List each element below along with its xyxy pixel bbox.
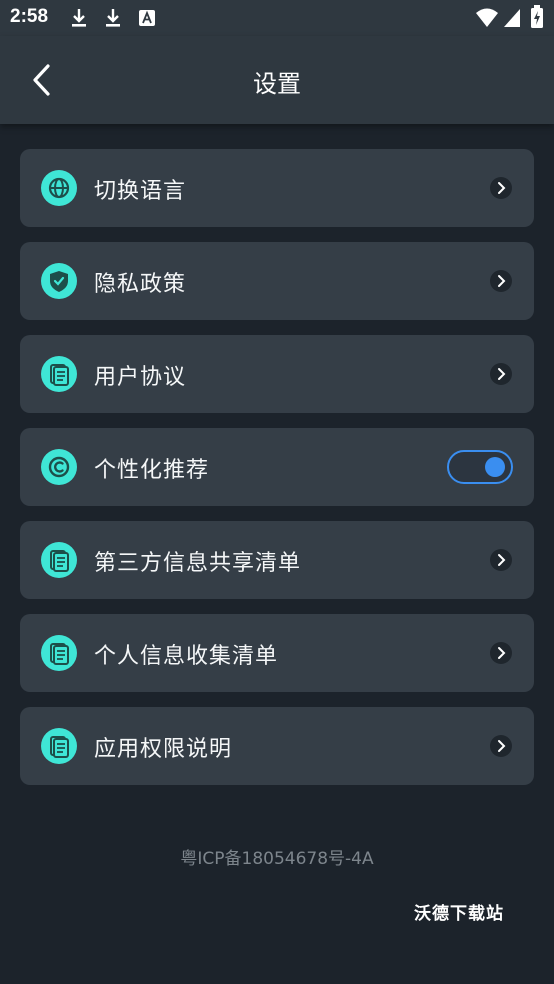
page-title: 设置	[253, 70, 301, 98]
app-bar: 设置	[0, 36, 554, 124]
icp-license-text: 粤ICP备18054678号-4A	[180, 849, 374, 869]
chevron-right-icon	[490, 549, 512, 571]
download-icon	[104, 7, 122, 33]
menu-item-label: 切换语言	[94, 179, 187, 204]
menu-item-language[interactable]: 切换语言	[20, 149, 534, 227]
document-icon	[41, 635, 77, 671]
menu-item-label: 个性化推荐	[94, 458, 210, 483]
menu-item-personal-info-collection-list[interactable]: 个人信息收集清单	[20, 614, 534, 692]
wifi-icon	[476, 8, 498, 32]
settings-menu: 切换语言 隐私政策 用户协议 个性化推荐 第三方信息共享清单 个人信息收集清单 …	[20, 149, 534, 800]
menu-item-third-party-sharing-list[interactable]: 第三方信息共享清单	[20, 521, 534, 599]
download-icon	[70, 7, 88, 33]
menu-item-label: 用户协议	[94, 365, 187, 390]
menu-item-label: 第三方信息共享清单	[94, 551, 302, 576]
chevron-right-icon	[490, 270, 512, 292]
menu-item-app-permissions[interactable]: 应用权限说明	[20, 707, 534, 785]
toggle-knob	[485, 457, 505, 477]
text-a-icon	[138, 9, 156, 31]
document-icon	[41, 728, 77, 764]
menu-item-label: 隐私政策	[94, 272, 187, 297]
document-icon	[41, 542, 77, 578]
shield-check-icon	[41, 263, 77, 299]
personalized-recommendation-toggle[interactable]	[447, 450, 513, 484]
watermark-text: 沃德下载站	[414, 904, 504, 924]
chevron-right-icon	[490, 363, 512, 385]
chevron-right-icon	[490, 735, 512, 757]
menu-item-privacy-policy[interactable]: 隐私政策	[20, 242, 534, 320]
menu-item-user-agreement[interactable]: 用户协议	[20, 335, 534, 413]
copyright-icon	[41, 449, 77, 485]
chevron-right-icon	[490, 642, 512, 664]
menu-item-label: 个人信息收集清单	[94, 644, 279, 669]
signal-icon	[503, 8, 521, 32]
battery-icon	[530, 5, 544, 33]
menu-item-personalized-recommendation: 个性化推荐	[20, 428, 534, 506]
status-bar: 2:58	[0, 0, 554, 36]
status-time: 2:58	[10, 6, 49, 27]
chevron-right-icon	[490, 177, 512, 199]
document-icon	[41, 356, 77, 392]
globe-icon	[41, 170, 77, 206]
menu-item-label: 应用权限说明	[94, 737, 233, 762]
